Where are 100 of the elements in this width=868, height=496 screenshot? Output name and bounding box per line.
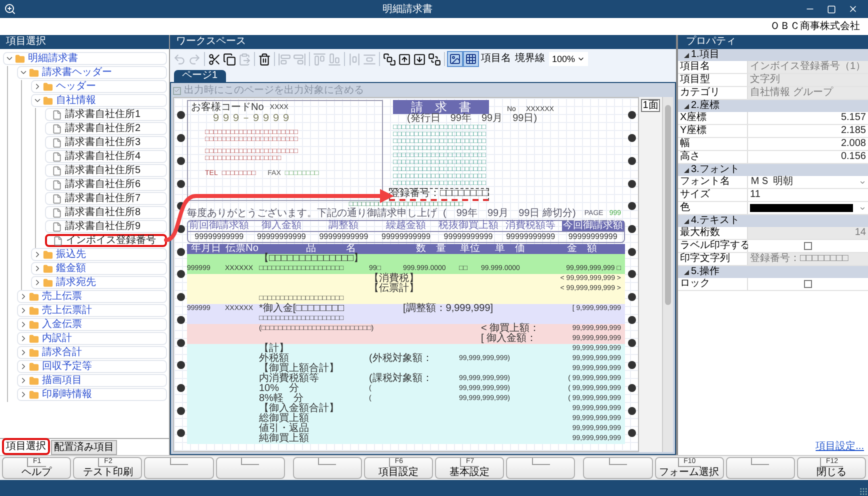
page-tab[interactable]: ページ1 (174, 70, 226, 82)
tree-folder[interactable]: 自社情報 (31, 94, 167, 107)
tree-item[interactable]: 請求書自社住所4 (45, 150, 167, 163)
chevron-right-icon[interactable] (19, 348, 28, 357)
tree-folder[interactable]: 振込先 (31, 248, 167, 261)
layer-up-icon[interactable] (398, 52, 411, 66)
resize-grip-icon[interactable] (859, 487, 868, 496)
zoom-in-icon[interactable] (4, 3, 16, 15)
chevron-right-icon[interactable] (19, 390, 28, 399)
summary-header: 御入金額 (260, 221, 302, 231)
item-settings-link[interactable]: 項目設定... (816, 441, 868, 455)
column-header: 伝票No (225, 244, 259, 254)
trash-icon[interactable] (258, 52, 271, 66)
tree-item[interactable]: 請求書自社住所5 (45, 164, 167, 177)
checkbox[interactable] (804, 280, 812, 288)
checkbox[interactable] (804, 242, 812, 250)
panel-tab[interactable]: 配置済み項目 (51, 440, 117, 455)
issue-date: (発行日 99年 99月 99日) (406, 114, 538, 124)
toolbar-toggle[interactable]: 境界線 (513, 52, 547, 66)
zoom-dropdown[interactable]: 100% (549, 52, 588, 66)
tree-folder[interactable]: 請求合計 (17, 346, 167, 359)
tree-label: 自社情報 (56, 95, 97, 106)
tree-item[interactable]: 請求書自社住所8 (45, 206, 167, 219)
property-value[interactable]: インボイス登録番号（1） (748, 61, 868, 73)
form-field: (課税対象額： (369, 374, 459, 384)
chevron-down-icon[interactable] (33, 96, 42, 105)
summary-value: 99999999999 (499, 231, 562, 242)
tree-label: 請求書自社住所7 (65, 193, 142, 204)
triangle-icon (684, 52, 689, 58)
tree-item[interactable]: 請求書自社住所6 (45, 178, 167, 191)
grid-toggle[interactable] (463, 51, 479, 67)
tree-folder[interactable]: 入金伝票 (17, 318, 167, 331)
folder-icon (15, 54, 25, 64)
close-icon[interactable] (848, 4, 858, 14)
triangle-icon (684, 168, 689, 172)
panel-tab[interactable]: 項目選択 (2, 438, 50, 455)
maximize-icon[interactable] (827, 4, 836, 14)
chevron-right-icon[interactable] (19, 292, 28, 301)
tree-folder[interactable]: 鑑金額 (31, 262, 167, 275)
section-header[interactable]: 3.フォント (678, 164, 868, 176)
chevron-right-icon[interactable] (33, 82, 42, 91)
chevron-right-icon[interactable] (33, 250, 42, 259)
tree-label: 内訳計 (42, 333, 73, 344)
section-header[interactable]: 4.テキスト (678, 215, 868, 227)
tree-item[interactable]: 請求書自社住所7 (45, 192, 167, 205)
image-toggle[interactable] (447, 51, 463, 67)
tree-item[interactable]: 請求書自社住所9 (45, 220, 167, 233)
chevron-right-icon[interactable] (33, 264, 42, 273)
folder-icon (43, 82, 53, 92)
chevron-down-icon[interactable] (19, 68, 28, 77)
chevron-right-icon[interactable] (19, 362, 28, 371)
tree-item[interactable]: 請求書自社住所2 (45, 122, 167, 135)
tree-folder[interactable]: ヘッダー (31, 80, 167, 93)
tree-folder[interactable]: 描画項目 (17, 374, 167, 387)
layer-down-icon[interactable] (413, 52, 426, 66)
triangle-icon (684, 104, 689, 108)
tree-label: インボイス登録番号 (66, 235, 157, 246)
tree-label: 鑑金額 (56, 263, 87, 274)
form-field: ９９９－９９９９ (191, 113, 379, 125)
section-title: 2.座標 (691, 100, 720, 112)
tree-folder[interactable]: 内訳計 (17, 332, 167, 345)
folder-icon (29, 376, 39, 386)
tree-folder[interactable]: 請求宛先 (31, 276, 167, 289)
section-header[interactable]: 5.操作 (678, 266, 868, 278)
tree-folder[interactable]: 売上伝票計 (17, 304, 167, 317)
chevron-right-icon[interactable] (33, 278, 42, 287)
section-header[interactable]: 2.座標 (678, 100, 868, 112)
chevron-right-icon[interactable] (19, 334, 28, 343)
tree-item[interactable]: 請求書自社住所3 (45, 136, 167, 149)
tree-item[interactable]: 請求書自社住所1 (45, 108, 167, 121)
bring-to-front-icon[interactable] (383, 52, 396, 66)
tree-folder[interactable]: 印刷時情報 (17, 388, 167, 401)
property-value[interactable]: 14 (748, 227, 868, 239)
chevron-down-icon[interactable] (5, 54, 14, 63)
toolbar-toggle[interactable]: 項目名 (479, 52, 513, 66)
chevron-right-icon[interactable] (19, 306, 28, 315)
scissors-icon[interactable] (208, 52, 221, 66)
folder-icon (29, 334, 39, 344)
chevron-right-icon[interactable] (19, 376, 28, 385)
tree-folder[interactable]: 明細請求書 (3, 52, 167, 65)
tree-folder[interactable]: 回収予定等 (17, 360, 167, 373)
tree-folder[interactable]: 売上伝票 (17, 290, 167, 303)
form-field: 総御買上額 (259, 414, 539, 424)
property-value[interactable]: 自社情報 グループ (748, 87, 868, 99)
copy-icon[interactable] (223, 52, 236, 66)
tree-folder[interactable]: 請求書ヘッダー (17, 66, 167, 79)
document-icon (52, 124, 62, 134)
chevron-right-icon[interactable] (19, 320, 28, 329)
tree-item[interactable]: インボイス登録番号 (45, 234, 167, 247)
section-header[interactable]: 1.項目 (678, 49, 868, 61)
property-value[interactable]: 登録番号：□□□□□□□□ (748, 253, 868, 265)
scrollbar[interactable] (662, 97, 673, 452)
send-to-back-icon[interactable] (428, 52, 441, 66)
folder-icon (29, 320, 39, 330)
tree-label: 請求書自社住所6 (65, 179, 142, 190)
folder-icon (43, 264, 53, 274)
summary-header: 消費税額等 (504, 221, 557, 231)
property-value[interactable]: 文字列 (748, 74, 868, 86)
tree-label: 請求宛先 (56, 277, 97, 288)
tree-label: 請求書自社住所2 (65, 123, 142, 134)
